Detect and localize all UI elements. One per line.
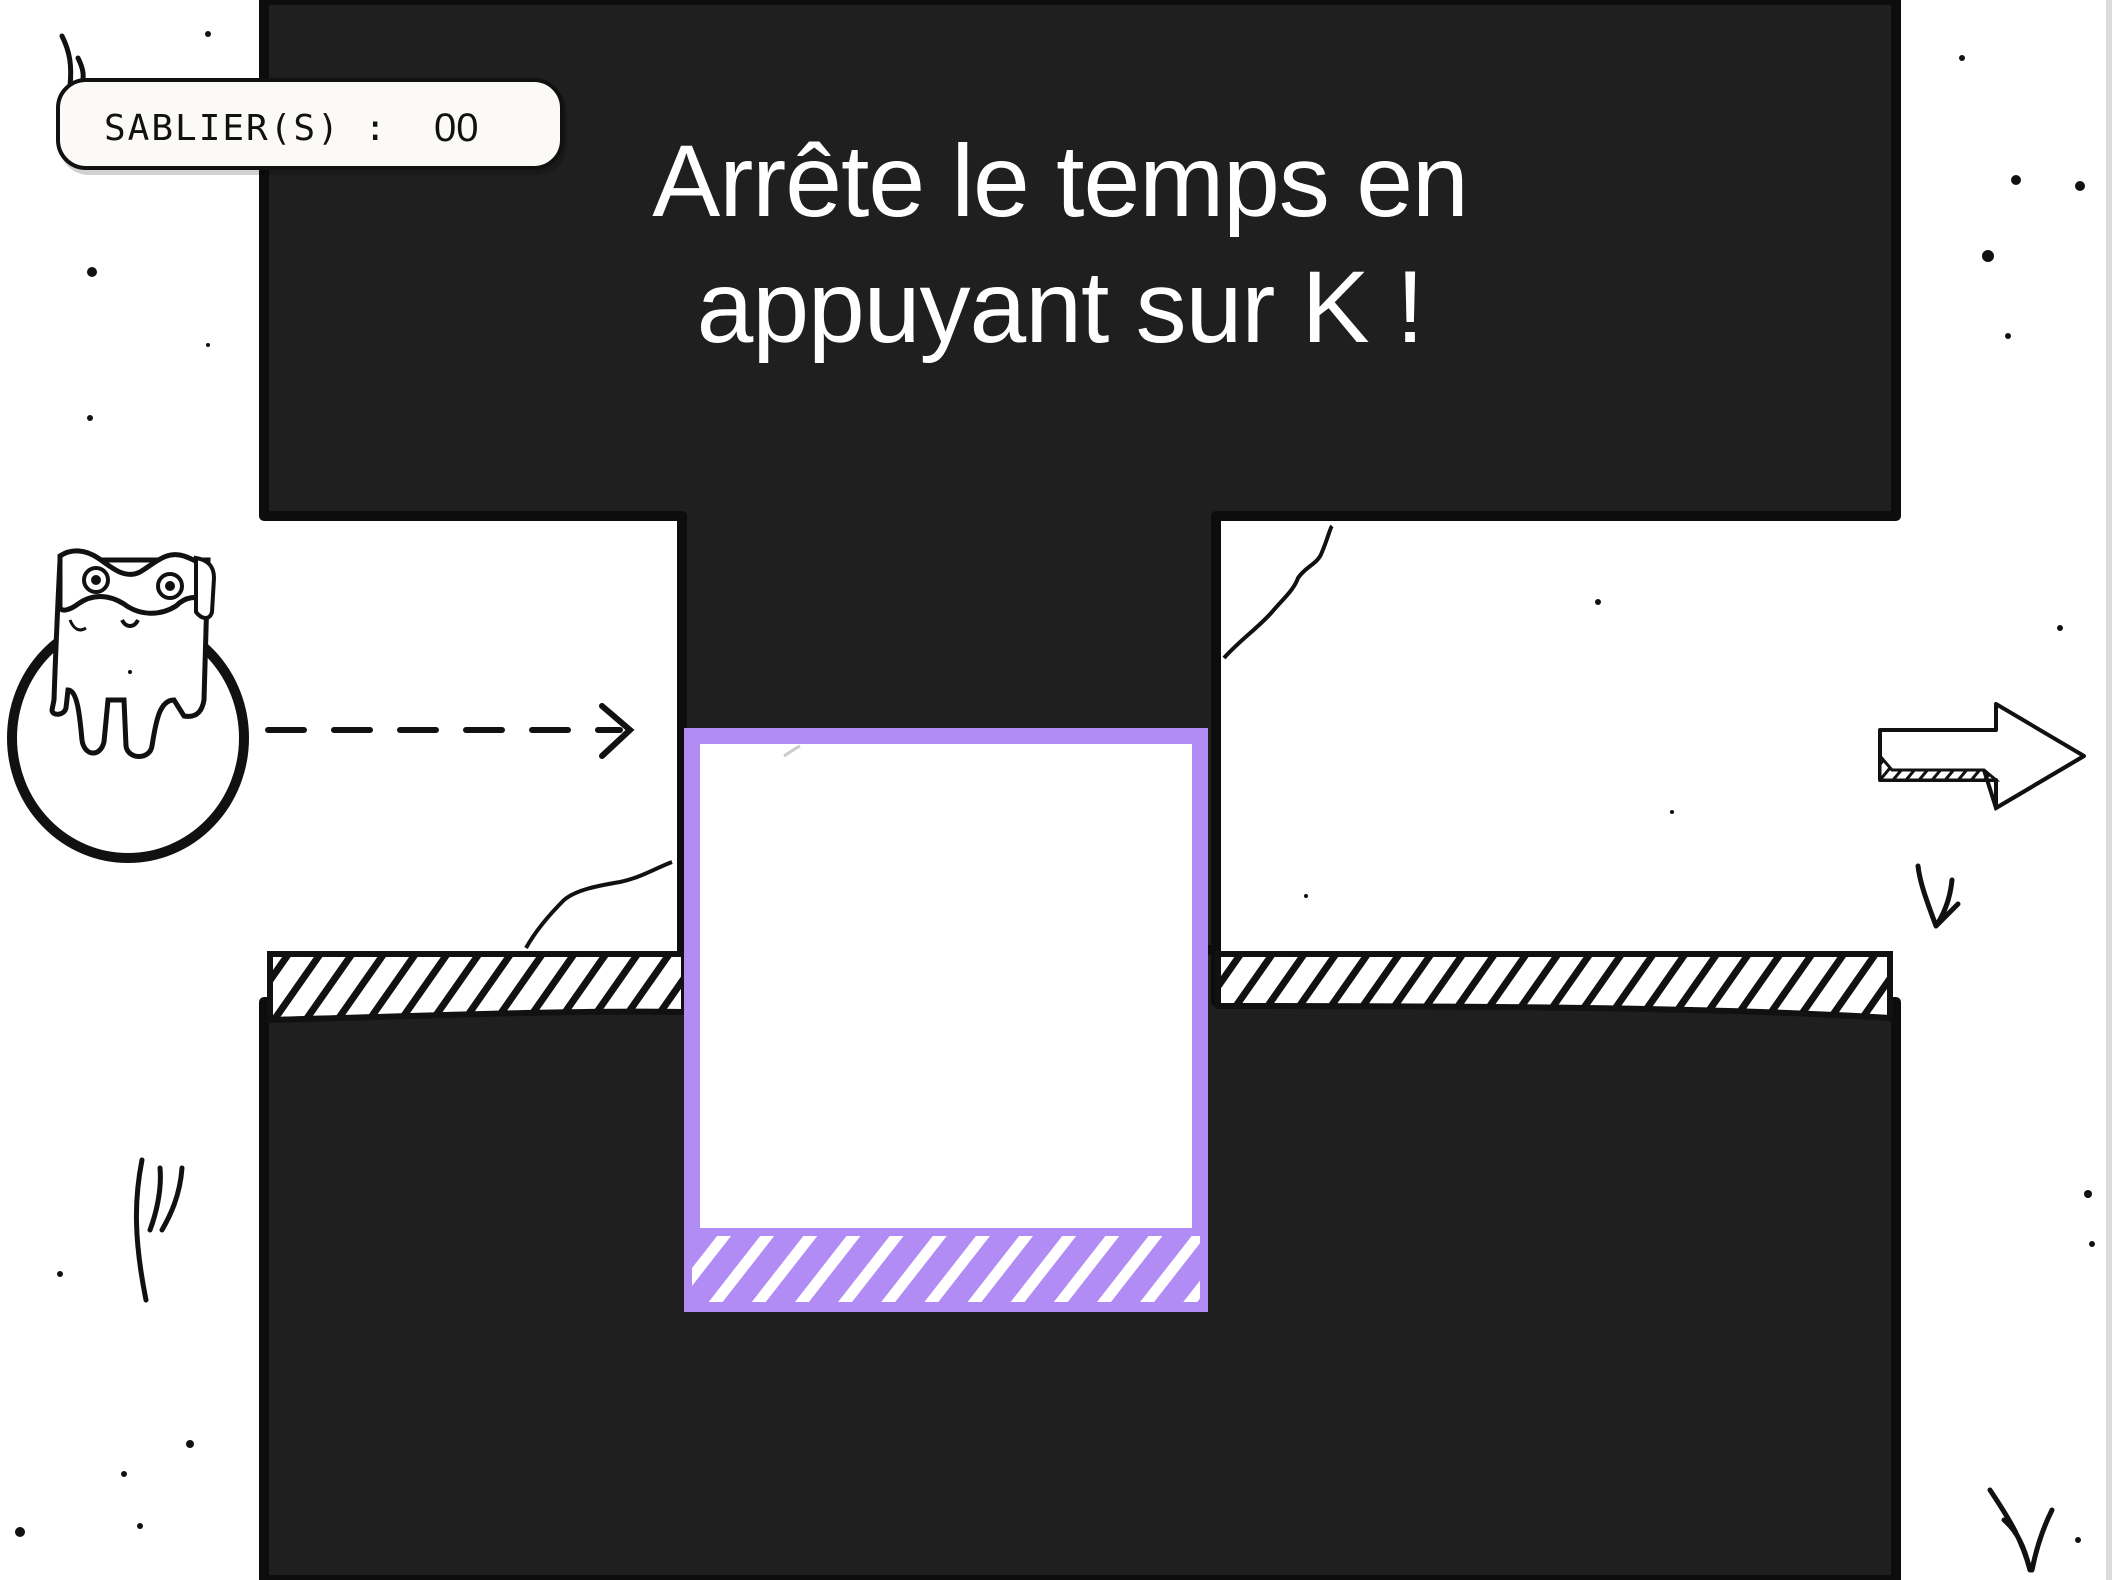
window-edge: [2106, 0, 2112, 1580]
hourglass-counter-value: 00: [434, 106, 479, 150]
dashed-arrow-icon: [265, 703, 635, 759]
hourglass-counter-label: SABLIER(S) :: [104, 108, 389, 149]
hourglass-counter: SABLIER(S) : 00: [56, 78, 564, 170]
instruction-line-1: Arrête le temps en: [652, 124, 1468, 238]
game-screen: SABLIER(S) : 00 Arrête le temps en appuy…: [0, 0, 2112, 1580]
hourglass-character-icon[interactable]: [7, 548, 249, 863]
right-arrow-icon[interactable]: [1878, 702, 2086, 812]
time-stop-block: [684, 728, 1208, 1312]
instruction-line-2: appuyant sur K !: [696, 250, 1425, 364]
instruction-text: Arrête le temps en appuyant sur K !: [560, 118, 1560, 370]
